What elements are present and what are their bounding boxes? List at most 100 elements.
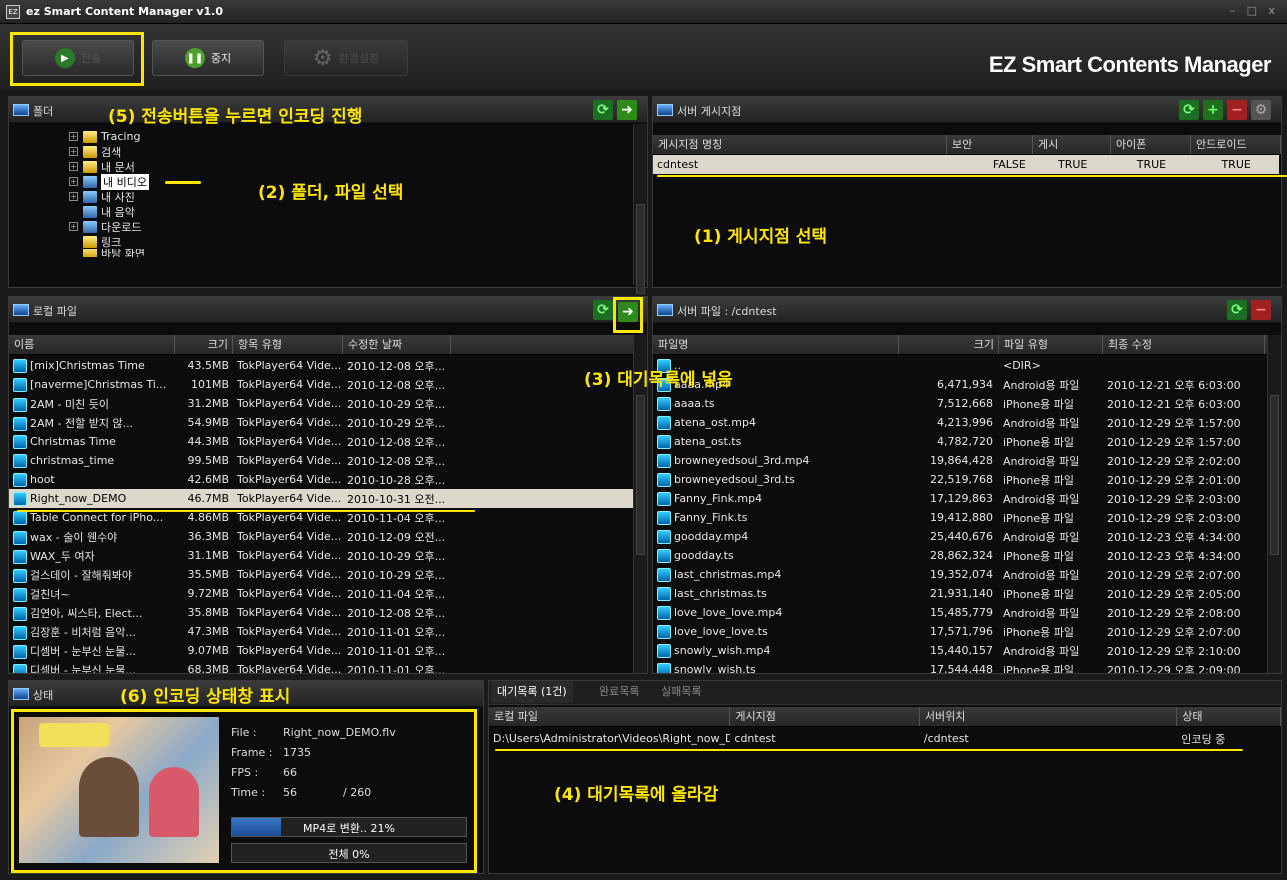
table-row[interactable]: hoot 42.6MB TokPlayer64 Vide... 2010-10-28 … (9, 470, 633, 489)
table-row[interactable]: D:\Users\Administrator\Videos\Right_now_… (489, 729, 1281, 748)
tree-item[interactable]: + 검색 (69, 144, 149, 159)
column-header[interactable]: 최종 수정 (1103, 335, 1265, 354)
table-row[interactable]: atena_ost.ts 4,782,720 iPhone용 파일 2010-12-2… (653, 432, 1267, 451)
scrollbar[interactable] (1267, 335, 1281, 673)
table-row[interactable]: snowly_wish.ts 17,544,448 iPhone용 파일 2010-1… (653, 660, 1267, 673)
gear-icon[interactable]: ⚙ (1251, 100, 1271, 120)
table-row[interactable]: [naverme]Christmas Ti... 101MB TokPlayer64… (9, 375, 633, 394)
refresh-icon[interactable]: ⟳ (1227, 300, 1247, 320)
table-row[interactable]: goodday.mp4 25,440,676 Android용 파일 2010-12-… (653, 527, 1267, 546)
refresh-icon[interactable]: ⟳ (1179, 100, 1199, 120)
table-row[interactable]: 걸스데이 - 잘해줘봐야 35.5MB TokPlayer64 Vide... 201… (9, 565, 633, 584)
table-row[interactable]: browneyedsoul_3rd.mp4 19,864,428 Android용 … (653, 451, 1267, 470)
column-header[interactable]: 보안 (947, 135, 1033, 154)
server-points-header: 서버 게시지점 ⟳ + − ⚙ (653, 97, 1281, 123)
app-icon: EZ (6, 5, 20, 19)
tree-item-selected[interactable]: + 내 비디오 (69, 173, 149, 190)
scrollbar[interactable] (633, 124, 647, 294)
column-header[interactable]: 상태 (1177, 707, 1281, 726)
window-controls[interactable]: – □ x (1230, 4, 1279, 17)
local-files-panel: 로컬 파일 ⟳ ➜ 이름 크기 항목 유형 수정한 날짜 [mix]Christ… (8, 296, 648, 674)
table-row[interactable]: 김장훈 - 비처럼 음악... 47.3MB TokPlayer64 Vide...… (9, 622, 633, 641)
table-row[interactable]: Fanny_Fink.mp4 17,129,863 Android용 파일 2010-… (653, 489, 1267, 508)
local-files-header: 로컬 파일 ⟳ ➜ (9, 297, 647, 333)
server-points-panel: 서버 게시지점 ⟳ + − ⚙ 게시지점 명칭 보안 게시 아이폰 안드로이드 … (652, 96, 1287, 288)
video-file-icon (13, 549, 27, 564)
tab-completed[interactable]: 완료목록 (593, 681, 645, 703)
add-icon[interactable]: + (1203, 100, 1223, 120)
delete-icon[interactable]: − (1251, 300, 1271, 320)
annotation-underline (657, 175, 1287, 177)
table-row[interactable]: wax - 술이 웬수야 36.3MB TokPlayer64 Vide... 201… (9, 527, 633, 546)
table-row[interactable]: aaaa.ts 7,512,668 iPhone용 파일 2010-12-21 오후 … (653, 394, 1267, 413)
video-file-icon (657, 662, 671, 673)
fps-value: 66 (283, 766, 297, 779)
video-file-icon (657, 434, 671, 449)
tab-failed[interactable]: 실패목록 (655, 681, 707, 703)
column-header[interactable]: 이름 (9, 335, 175, 354)
add-to-queue-arrow-icon[interactable]: ➜ (618, 302, 638, 322)
local-files-list: [mix]Christmas Time 43.5MB TokPlayer64 Vid… (9, 356, 633, 673)
refresh-icon[interactable]: ⟳ (593, 100, 613, 120)
column-header[interactable]: 게시 (1033, 135, 1111, 154)
refresh-icon[interactable]: ⟳ (593, 300, 613, 320)
table-row[interactable]: love_love_love.mp4 15,485,779 Android용 파일 2… (653, 603, 1267, 622)
tab-waiting[interactable]: 대기목록 (1건) (491, 681, 573, 703)
settings-button[interactable]: ⚙ 환경설정 (284, 40, 408, 76)
column-header[interactable]: 안드로이드 (1191, 135, 1281, 154)
video-file-icon (13, 530, 27, 545)
column-header[interactable]: 게시지점 명칭 (653, 135, 947, 154)
table-row[interactable]: 디셈버 - 눈부신 눈물... 68.3MB TokPlayer64 Vide...… (9, 660, 633, 673)
table-row[interactable]: love_love_love.ts 17,571,796 iPhone용 파일 201… (653, 622, 1267, 641)
tree-item[interactable]: +바탕 화면 (69, 249, 149, 257)
arrow-right-icon[interactable]: ➜ (617, 100, 637, 120)
table-row[interactable]: [mix]Christmas Time 43.5MB TokPlayer64 Vid… (9, 356, 633, 375)
table-row[interactable]: last_christmas.mp4 19,352,074 Android용 파일 2… (653, 565, 1267, 584)
table-row[interactable]: cdntest FALSE TRUE TRUE TRUE (653, 155, 1279, 174)
tree-item[interactable]: +내 음악 (69, 204, 149, 219)
send-button[interactable]: ▶ 전송 (22, 40, 134, 76)
queue-panel: 대기목록 (1건) 완료목록 실패목록 로컬 파일 게시지점 서버위치 상태 D… (488, 680, 1282, 874)
column-header[interactable]: 항목 유형 (233, 335, 343, 354)
video-file-icon (657, 491, 671, 506)
table-row[interactable]: .. <DIR> (653, 356, 1267, 375)
stop-button[interactable]: ❚❚ 중지 (152, 40, 264, 76)
table-row[interactable]: 2AM - 미친 듯이 31.2MB TokPlayer64 Vide... 2010… (9, 394, 633, 413)
table-row[interactable]: 걸친녀~ 9.72MB TokPlayer64 Vide... 2010-11-04 … (9, 584, 633, 603)
frame-value: 1735 (283, 746, 311, 759)
column-header[interactable]: 크기 (175, 335, 233, 354)
table-row[interactable]: 김연아, 씨스타, Elect... 35.8MB TokPlayer64 Vide… (9, 603, 633, 622)
remove-icon[interactable]: − (1227, 100, 1247, 120)
table-row[interactable]: christmas_time 99.5MB TokPlayer64 Vide... 2… (9, 451, 633, 470)
server-files-header: 서버 파일 : /cdntest ⟳ − (653, 297, 1281, 323)
table-row[interactable]: Right_now_DEMO 46.7MB TokPlayer64 Vide... 2… (9, 489, 633, 508)
video-file-icon (13, 568, 27, 583)
tree-item[interactable]: +링크 (69, 234, 149, 249)
panel-icon (13, 304, 29, 316)
table-row[interactable]: 디셈버 - 눈부신 눈물... 9.07MB TokPlayer64 Vide...… (9, 641, 633, 660)
column-header[interactable]: 파일 유형 (999, 335, 1103, 354)
tree-item[interactable]: + 다운로드 (69, 219, 149, 234)
table-row[interactable]: atena_ost.mp4 4,213,996 Android용 파일 2010-12… (653, 413, 1267, 432)
table-row[interactable]: aaaa.mp4 6,471,934 Android용 파일 2010-12-21 오… (653, 375, 1267, 394)
table-row[interactable]: browneyedsoul_3rd.ts 22,519,768 iPhone용 파일… (653, 470, 1267, 489)
table-row[interactable]: WAX_두 여자 31.1MB TokPlayer64 Vide... 2010-10… (9, 546, 633, 565)
tree-item[interactable]: + 내 문서 (69, 159, 149, 174)
table-row[interactable]: snowly_wish.mp4 15,440,157 Android용 파일 2010… (653, 641, 1267, 660)
column-header[interactable]: 게시지점 (730, 707, 920, 726)
tree-item[interactable]: + Tracing (69, 129, 149, 144)
column-header[interactable]: 아이폰 (1111, 135, 1191, 154)
table-row[interactable]: last_christmas.ts 21,931,140 iPhone용 파일 201… (653, 584, 1267, 603)
server-files-column-header: 파일명 크기 파일 유형 최종 수정 (653, 335, 1267, 355)
table-row[interactable]: goodday.ts 28,862,324 iPhone용 파일 2010-12-23… (653, 546, 1267, 565)
column-header[interactable]: 파일명 (653, 335, 899, 354)
brand-logo-text: EZ Smart Contents Manager (988, 52, 1272, 77)
table-row[interactable]: 2AM - 전할 받지 않... 54.9MB TokPlayer64 Vide..… (9, 413, 633, 432)
table-row[interactable]: Christmas Time 44.3MB TokPlayer64 Vide... 2… (9, 432, 633, 451)
column-header[interactable]: 수정한 날짜 (343, 335, 451, 354)
table-row[interactable]: Fanny_Fink.ts 19,412,880 iPhone용 파일 2010-12… (653, 508, 1267, 527)
column-header[interactable]: 로컬 파일 (489, 707, 731, 726)
column-header[interactable]: 크기 (899, 335, 999, 354)
tree-item[interactable]: + 내 사진 (69, 189, 149, 204)
column-header[interactable]: 서버위치 (920, 707, 1178, 726)
